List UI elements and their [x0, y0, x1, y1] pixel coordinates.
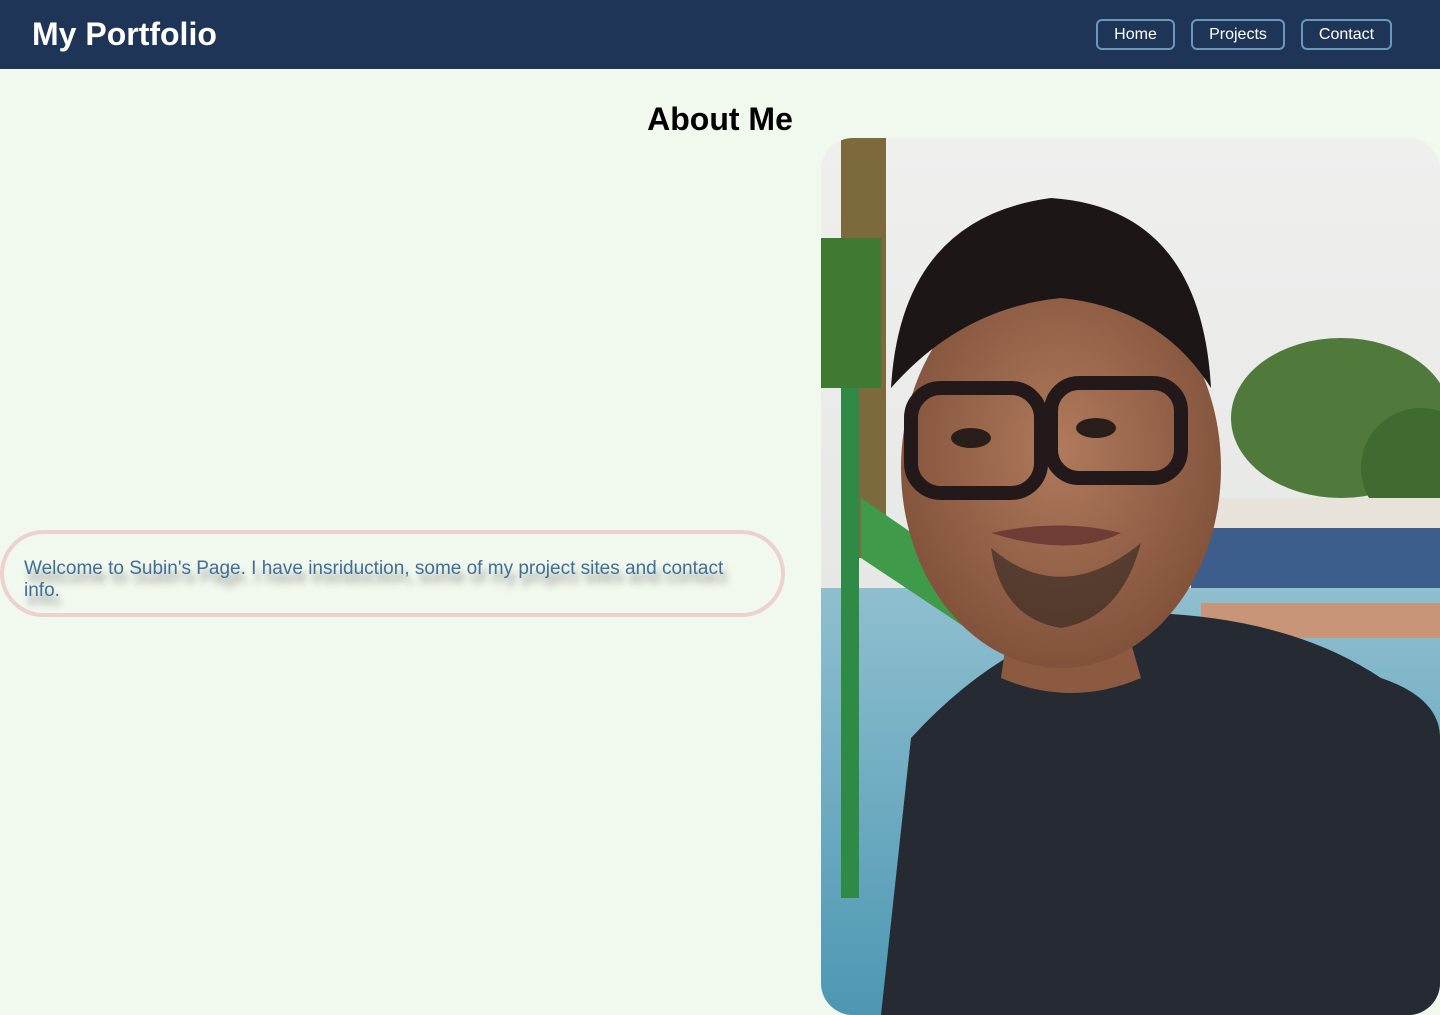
welcome-text: Welcome to Subin's Page. I have insriduc… — [24, 558, 724, 601]
page-title: About Me — [647, 101, 793, 137]
welcome-box: Welcome to Subin's Page. I have insriduc… — [0, 530, 785, 617]
profile-photo — [821, 138, 1440, 1015]
nav-home-button[interactable]: Home — [1096, 19, 1175, 50]
profile-photo-illustration — [821, 138, 1440, 1015]
nav-contact-button[interactable]: Contact — [1301, 19, 1392, 50]
nav-links: Home Projects Contact — [0, 19, 1440, 50]
navbar: My Portfolio Home Projects Contact — [0, 0, 1440, 69]
nav-projects-button[interactable]: Projects — [1191, 19, 1285, 50]
